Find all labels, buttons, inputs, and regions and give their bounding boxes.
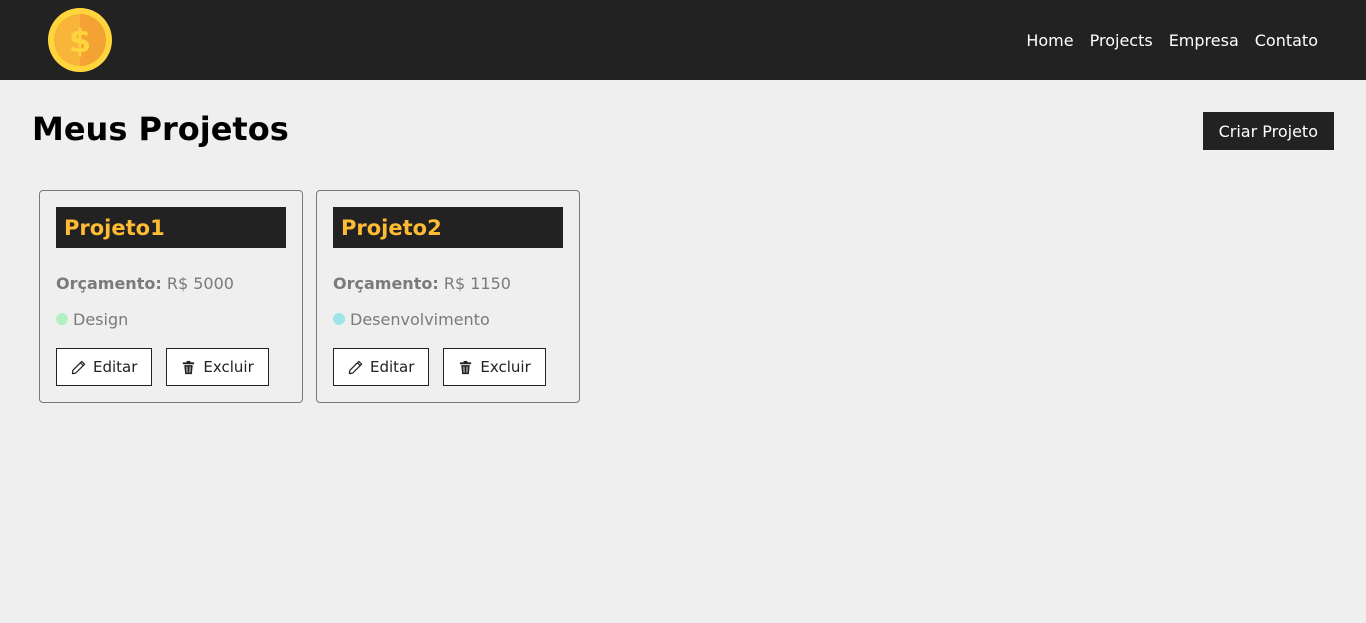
create-project-button[interactable]: Criar Projeto: [1202, 112, 1334, 150]
nav-link-projects[interactable]: Projects: [1090, 31, 1153, 50]
project-budget: Orçamento: R$ 1150: [333, 274, 563, 294]
pencil-icon: [348, 360, 363, 374]
project-card-header: Projeto2: [333, 207, 563, 248]
budget-value: R$ 5000: [166, 274, 234, 293]
budget-value: R$ 1150: [443, 274, 511, 293]
delete-label: Excluir: [480, 358, 531, 376]
category-label: Design: [73, 309, 129, 329]
edit-label: Editar: [370, 358, 415, 376]
nav-links: Home Projects Empresa Contato: [1026, 31, 1318, 50]
project-budget: Orçamento: R$ 5000: [56, 274, 286, 294]
navbar: $ Home Projects Empresa Contato: [0, 0, 1366, 80]
project-category: Design: [56, 309, 286, 329]
delete-label: Excluir: [203, 358, 254, 376]
category-dot-icon: [56, 313, 68, 325]
budget-label: Orçamento:: [56, 274, 162, 293]
edit-label: Editar: [93, 358, 138, 376]
page-title: Meus Projetos: [32, 110, 289, 148]
category-label: Desenvolvimento: [350, 309, 490, 329]
project-card: Projeto2 Orçamento: R$ 1150 Desenvolvime…: [316, 190, 580, 403]
budget-label: Orçamento:: [333, 274, 439, 293]
nav-link-contato[interactable]: Contato: [1255, 31, 1318, 50]
delete-button[interactable]: Excluir: [166, 348, 269, 386]
project-category: Desenvolvimento: [333, 309, 563, 329]
edit-button[interactable]: Editar: [333, 348, 430, 386]
nav-link-home[interactable]: Home: [1026, 31, 1073, 50]
project-actions: Editar Excluir: [333, 348, 563, 386]
project-name: Projeto2: [341, 215, 442, 240]
project-name: Projeto1: [64, 215, 165, 240]
nav-link-empresa[interactable]: Empresa: [1169, 31, 1239, 50]
delete-button[interactable]: Excluir: [443, 348, 546, 386]
project-card-header: Projeto1: [56, 207, 286, 248]
category-dot-icon: [333, 313, 345, 325]
svg-text:$: $: [69, 22, 91, 60]
project-actions: Editar Excluir: [56, 348, 286, 386]
pencil-icon: [71, 360, 86, 374]
trash-icon: [460, 360, 472, 374]
edit-button[interactable]: Editar: [56, 348, 153, 386]
trash-icon: [183, 360, 195, 374]
title-row: Meus Projetos Criar Projeto: [0, 80, 1366, 190]
project-card: Projeto1 Orçamento: R$ 5000 Design Edita…: [39, 190, 303, 403]
dollar-coin-icon[interactable]: $: [48, 8, 112, 72]
